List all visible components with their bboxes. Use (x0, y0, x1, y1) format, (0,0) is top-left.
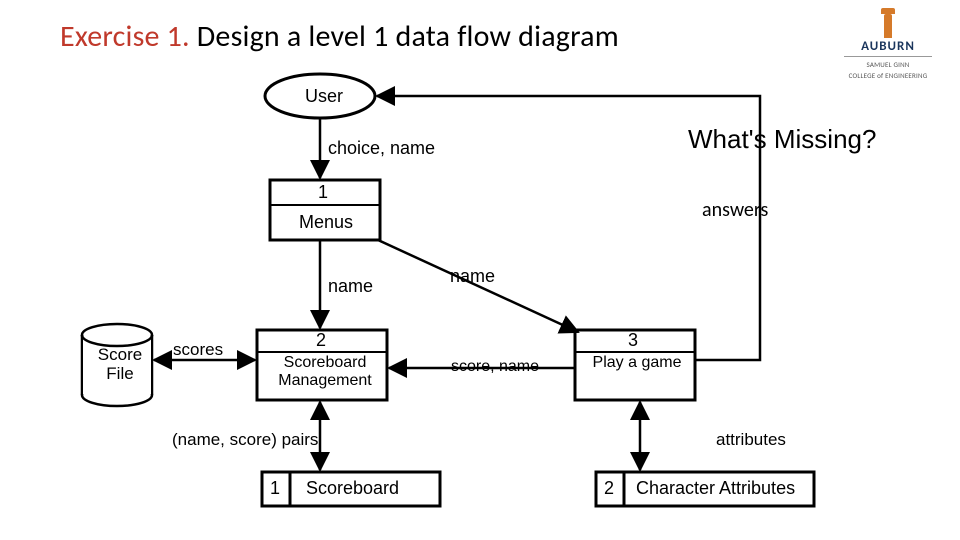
flow-pairs-label: (name, score) pairs (172, 430, 318, 450)
whats-missing-label: What's Missing? (688, 124, 876, 155)
process-2-name: Scoreboard Management (275, 354, 375, 390)
flow-name1-label: name (328, 276, 373, 297)
process-3-name: Play a game (592, 354, 682, 372)
datastore-1-name: Scoreboard (306, 478, 399, 499)
flow-score-name-label: score, name (450, 358, 540, 376)
process-1-name: Menus (299, 212, 353, 233)
flow-scores-label: scores (173, 340, 223, 360)
flow-name2-label: name (450, 266, 495, 287)
flow-answers-label: answers (702, 198, 768, 222)
process-1-num: 1 (318, 182, 328, 203)
datastore-2-num: 2 (604, 478, 614, 499)
datastore-2-name: Character Attributes (636, 478, 795, 499)
entity-user-label: User (305, 86, 343, 107)
datastore-1-num: 1 (270, 478, 280, 499)
flow-attributes-label: attributes (716, 430, 786, 450)
datastore-scorefile-label: Score File (95, 345, 145, 383)
process-2-num: 2 (316, 330, 326, 351)
flow-choice-name-label: choice, name (328, 138, 435, 159)
process-3-num: 3 (628, 330, 638, 351)
